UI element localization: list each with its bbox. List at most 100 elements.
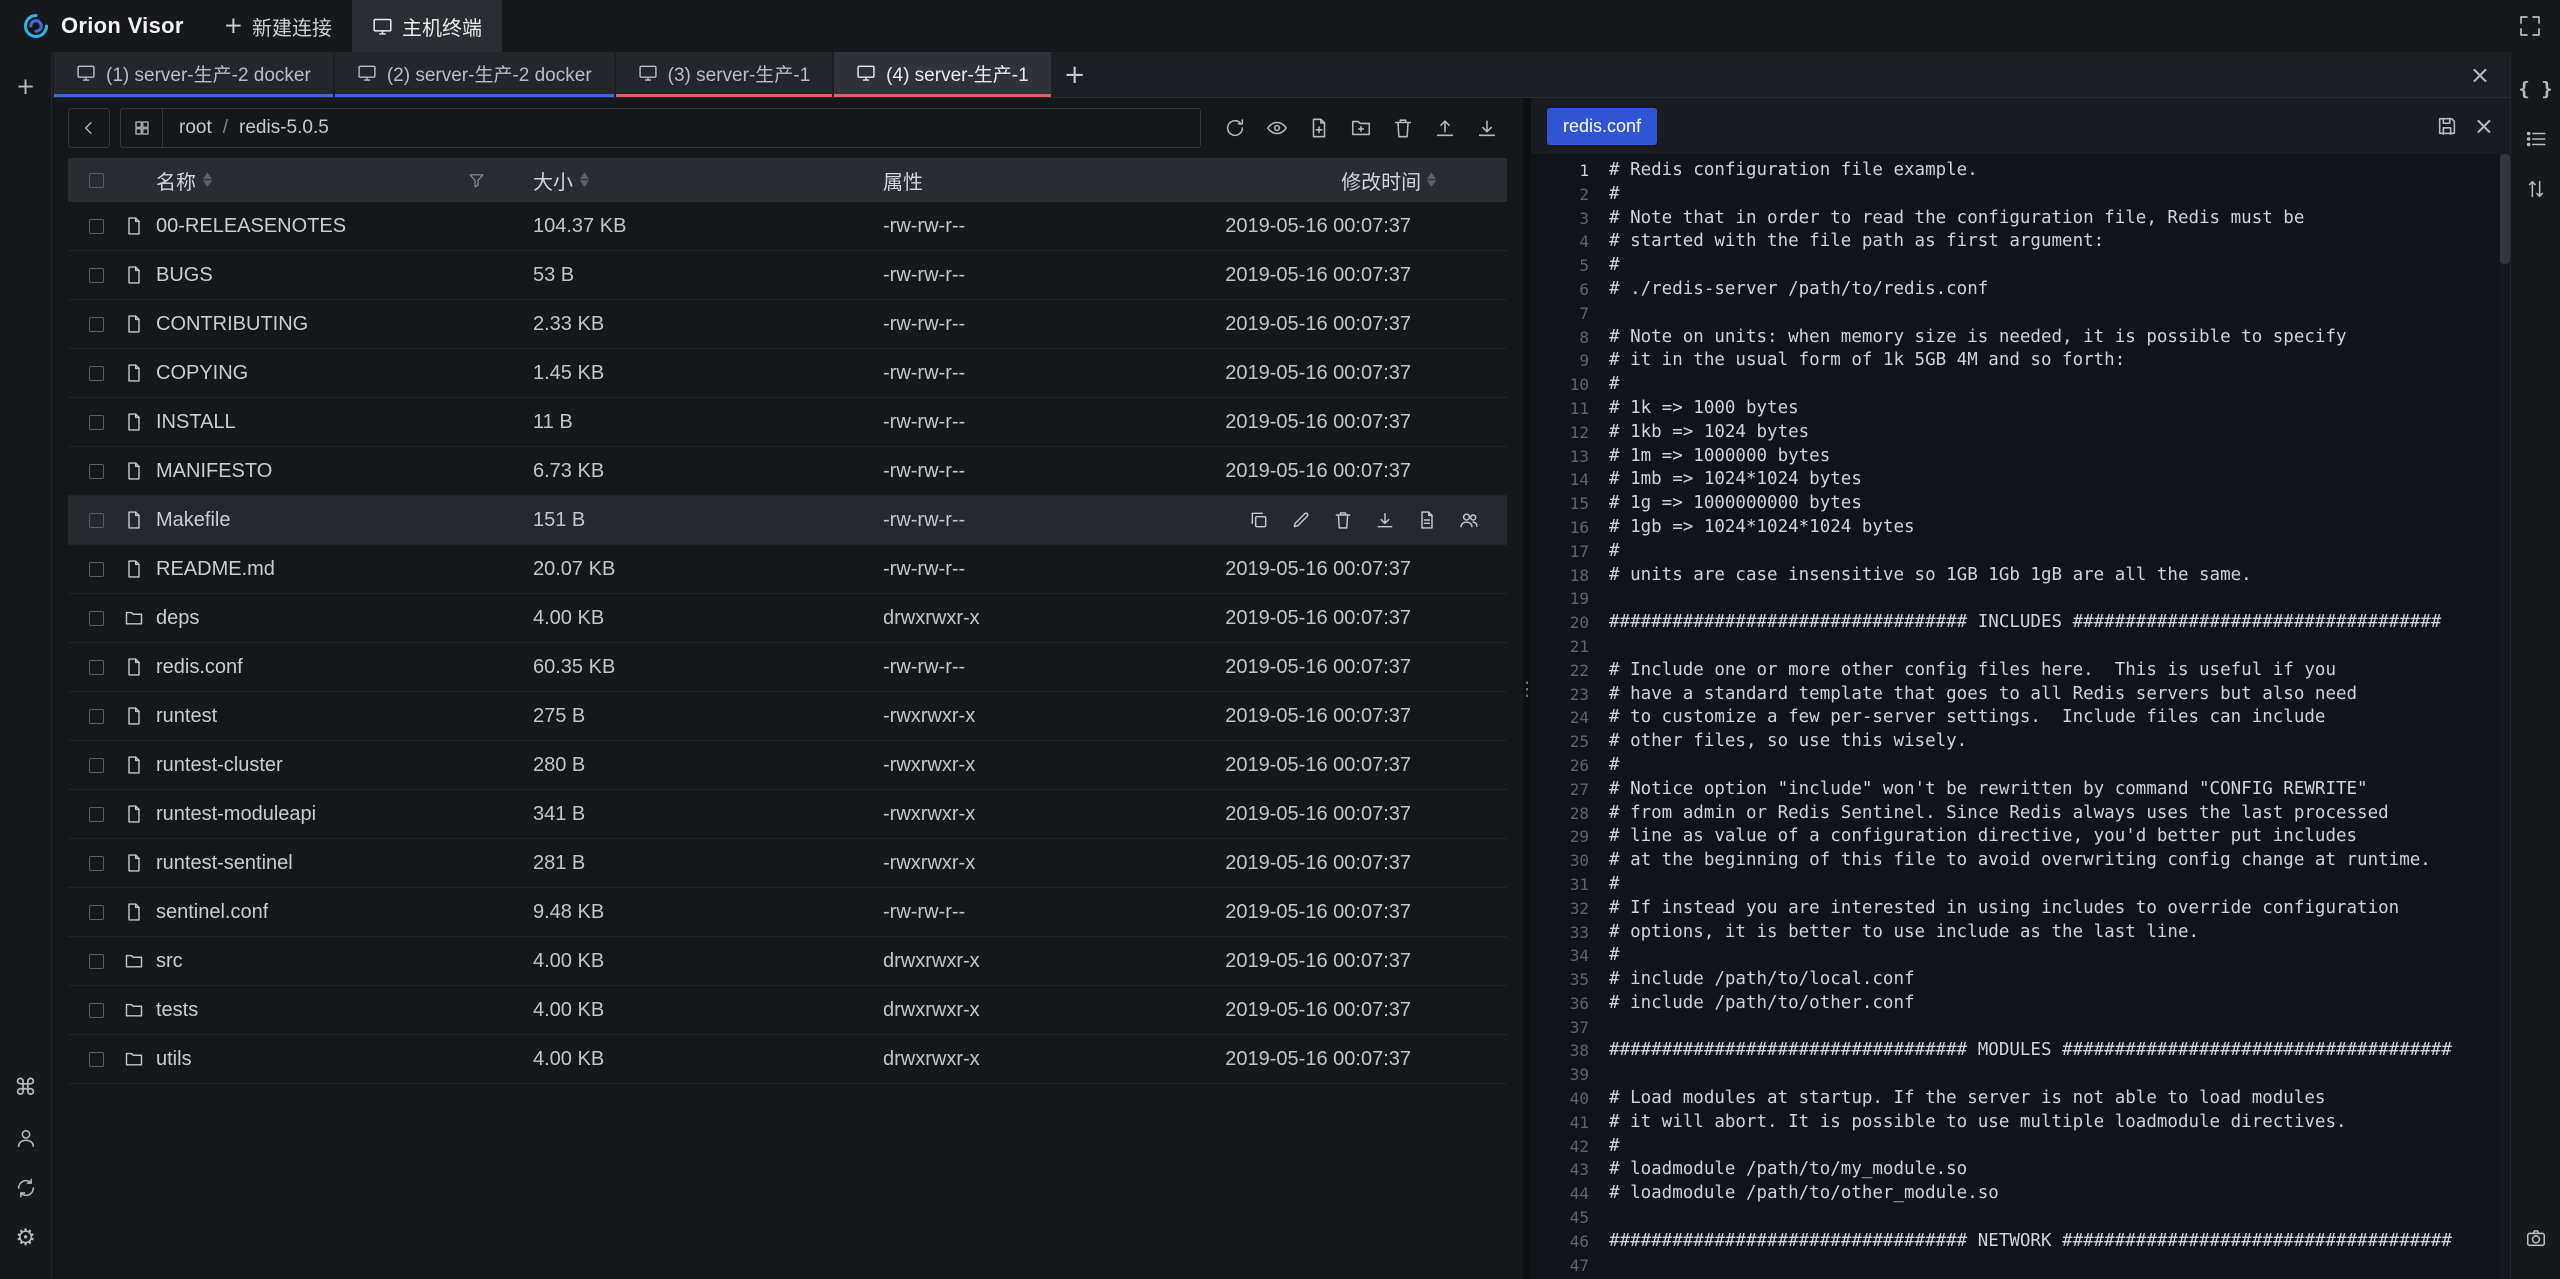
code-line[interactable]: 18 # units are case insensitive so 1GB 1…	[1531, 564, 2510, 588]
back-button[interactable]	[68, 108, 110, 148]
row-checkbox[interactable]	[89, 758, 104, 773]
row-checkbox[interactable]	[89, 611, 104, 626]
code-line[interactable]: 40 # Load modules at startup. If the ser…	[1531, 1087, 2510, 1111]
code-line[interactable]: 45	[1531, 1206, 2510, 1230]
table-row[interactable]: runtest-moduleapi 341 B -rwxrwxr-x 2019-…	[68, 790, 1507, 839]
sort-mtime-control[interactable]: ▲▼	[1428, 172, 1435, 188]
screenshot-button[interactable]	[2518, 1220, 2554, 1256]
close-editor-button[interactable]: ×	[2474, 112, 2494, 140]
row-checkbox[interactable]	[89, 1052, 104, 1067]
code-line[interactable]: 10 #	[1531, 373, 2510, 397]
code-line[interactable]: 41 # it will abort. It is possible to us…	[1531, 1111, 2510, 1135]
editor-scrollbar-thumb[interactable]	[2500, 154, 2510, 264]
code-line[interactable]: 46 ################################## NE…	[1531, 1230, 2510, 1254]
code-line[interactable]: 20 ################################## IN…	[1531, 611, 2510, 635]
table-row[interactable]: INSTALL 11 B -rw-rw-r-- 2019-05-16 00:07…	[68, 398, 1507, 447]
host-terminal-menu[interactable]: 主机终端	[352, 0, 502, 52]
delete-row-button[interactable]	[1333, 510, 1353, 530]
terminal-tab[interactable]: (3) server-生产-1	[616, 52, 833, 97]
code-line[interactable]: 4 # started with the file path as first …	[1531, 230, 2510, 254]
code-line[interactable]: 19	[1531, 587, 2510, 611]
table-row[interactable]: Makefile 151 B -rw-rw-r--	[68, 496, 1507, 545]
row-checkbox[interactable]	[89, 415, 104, 430]
new-file-button[interactable]	[1299, 108, 1339, 148]
table-row[interactable]: sentinel.conf 9.48 KB -rw-rw-r-- 2019-05…	[68, 888, 1507, 937]
code-line[interactable]: 36 # include /path/to/other.conf	[1531, 992, 2510, 1016]
row-checkbox[interactable]	[89, 317, 104, 332]
row-checkbox[interactable]	[89, 807, 104, 822]
row-checkbox[interactable]	[89, 562, 104, 577]
code-line[interactable]: 14 # 1mb => 1024*1024 bytes	[1531, 468, 2510, 492]
save-button[interactable]	[2436, 115, 2458, 137]
terminal-tab[interactable]: (4) server-生产-1	[834, 52, 1051, 97]
terminal-tab[interactable]: (2) server-生产-2 docker	[335, 52, 614, 97]
copy-button[interactable]	[1249, 510, 1269, 530]
code-line[interactable]: 6 # ./redis-server /path/to/redis.conf	[1531, 278, 2510, 302]
row-checkbox[interactable]	[89, 954, 104, 969]
code-line[interactable]: 38 ################################## MO…	[1531, 1039, 2510, 1063]
code-line[interactable]: 30 # at the beginning of this file to av…	[1531, 849, 2510, 873]
sort-name-control[interactable]: ▲▼	[204, 172, 211, 188]
row-checkbox[interactable]	[89, 1003, 104, 1018]
copy-path-button[interactable]	[1417, 510, 1437, 530]
table-row[interactable]: README.md 20.07 KB -rw-rw-r-- 2019-05-16…	[68, 545, 1507, 594]
code-line[interactable]: 17 #	[1531, 540, 2510, 564]
table-row[interactable]: CONTRIBUTING 2.33 KB -rw-rw-r-- 2019-05-…	[68, 300, 1507, 349]
row-checkbox[interactable]	[89, 709, 104, 724]
file-list-button[interactable]	[2518, 121, 2554, 157]
editor-scrollbar[interactable]	[2500, 154, 2510, 1279]
code-line[interactable]: 37	[1531, 1016, 2510, 1040]
code-line[interactable]: 47	[1531, 1254, 2510, 1278]
code-line[interactable]: 27 # Notice option "include" won't be re…	[1531, 778, 2510, 802]
row-checkbox[interactable]	[89, 366, 104, 381]
code-line[interactable]: 12 # 1kb => 1024 bytes	[1531, 421, 2510, 445]
code-line[interactable]: 33 # options, it is better to use includ…	[1531, 921, 2510, 945]
table-row[interactable]: COPYING 1.45 KB -rw-rw-r-- 2019-05-16 00…	[68, 349, 1507, 398]
editor-file-tab[interactable]: redis.conf	[1547, 108, 1657, 145]
preview-hidden-button[interactable]	[1257, 108, 1297, 148]
code-line[interactable]: 22 # Include one or more other config fi…	[1531, 659, 2510, 683]
directory-grid-button[interactable]	[121, 109, 163, 147]
code-line[interactable]: 16 # 1gb => 1024*1024*1024 bytes	[1531, 516, 2510, 540]
code-line[interactable]: 21	[1531, 635, 2510, 659]
close-all-tabs-button[interactable]: ×	[2450, 52, 2510, 97]
filter-icon[interactable]	[468, 172, 485, 189]
code-line[interactable]: 1 # Redis configuration file example.	[1531, 159, 2510, 183]
table-row[interactable]: deps 4.00 KB drwxrwxr-x 2019-05-16 00:07…	[68, 594, 1507, 643]
code-line[interactable]: 7	[1531, 302, 2510, 326]
row-checkbox[interactable]	[89, 660, 104, 675]
row-checkbox[interactable]	[89, 464, 104, 479]
table-row[interactable]: 00-RELEASENOTES 104.37 KB -rw-rw-r-- 201…	[68, 202, 1507, 251]
select-all-checkbox[interactable]	[89, 173, 104, 188]
permission-button[interactable]	[1459, 510, 1479, 530]
table-row[interactable]: MANIFESTO 6.73 KB -rw-rw-r-- 2019-05-16 …	[68, 447, 1507, 496]
refresh-button[interactable]	[1215, 108, 1255, 148]
code-line[interactable]: 9 # it in the usual form of 1k 5GB 4M an…	[1531, 349, 2510, 373]
code-line[interactable]: 42 #	[1531, 1135, 2510, 1159]
transfer-button[interactable]	[2518, 171, 2554, 207]
table-row[interactable]: tests 4.00 KB drwxrwxr-x 2019-05-16 00:0…	[68, 986, 1507, 1035]
panel-resize-handle[interactable]: ⋮	[1523, 98, 1531, 1279]
code-line[interactable]: 25 # other files, so use this wisely.	[1531, 730, 2510, 754]
table-row[interactable]: runtest-sentinel 281 B -rwxrwxr-x 2019-0…	[68, 839, 1507, 888]
code-line[interactable]: 35 # include /path/to/local.conf	[1531, 968, 2510, 992]
code-line[interactable]: 34 #	[1531, 944, 2510, 968]
table-row[interactable]: BUGS 53 B -rw-rw-r-- 2019-05-16 00:07:37	[68, 251, 1507, 300]
edit-button[interactable]	[1291, 510, 1311, 530]
new-folder-button[interactable]	[1341, 108, 1381, 148]
code-line[interactable]: 43 # loadmodule /path/to/my_module.so	[1531, 1158, 2510, 1182]
add-button[interactable]: +	[8, 69, 44, 105]
code-line[interactable]: 44 # loadmodule /path/to/other_module.so	[1531, 1182, 2510, 1206]
sync-button[interactable]	[8, 1170, 44, 1206]
code-line[interactable]: 24 # to customize a few per-server setti…	[1531, 706, 2510, 730]
code-line[interactable]: 28 # from admin or Redis Sentinel. Since…	[1531, 802, 2510, 826]
sort-size-control[interactable]: ▲▼	[581, 172, 588, 188]
row-checkbox[interactable]	[89, 856, 104, 871]
user-button[interactable]	[8, 1120, 44, 1156]
row-checkbox[interactable]	[89, 268, 104, 283]
code-line[interactable]: 39	[1531, 1063, 2510, 1087]
row-checkbox[interactable]	[89, 219, 104, 234]
code-line[interactable]: 2 #	[1531, 183, 2510, 207]
row-checkbox[interactable]	[89, 905, 104, 920]
delete-button[interactable]	[1383, 108, 1423, 148]
